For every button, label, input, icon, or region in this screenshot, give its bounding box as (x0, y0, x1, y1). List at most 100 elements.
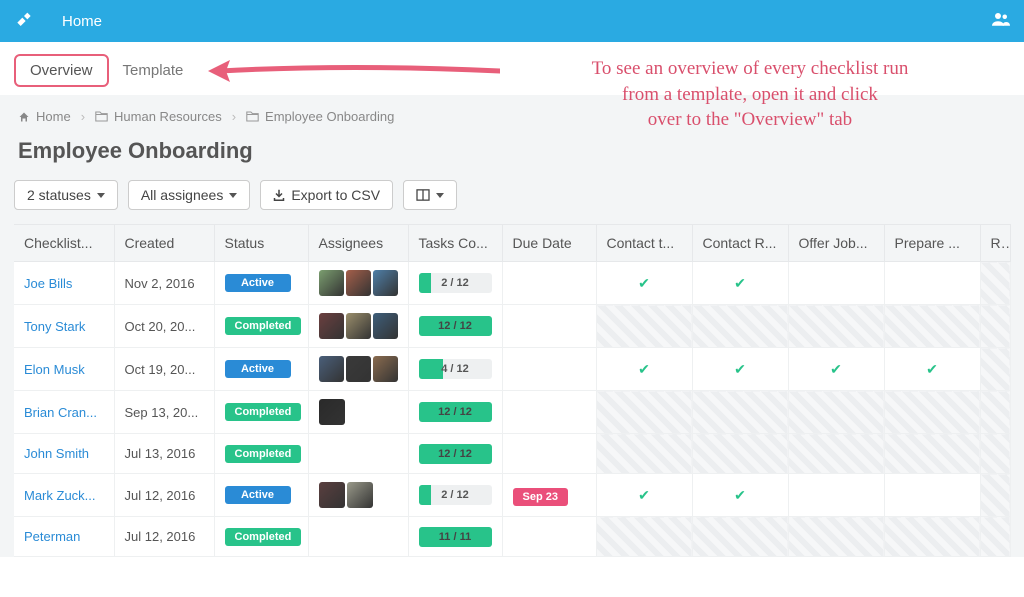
task-check-cell[interactable] (596, 305, 692, 348)
table-row: Brian Cran...Sep 13, 20...Completed12 / … (14, 391, 1010, 434)
task-check-cell[interactable] (692, 391, 788, 434)
task-check-cell[interactable] (884, 434, 980, 474)
assignee-filter-dropdown[interactable]: All assignees (128, 180, 251, 210)
task-check-cell[interactable] (884, 391, 980, 434)
progress-bar: 2 / 12 (419, 273, 492, 293)
status-cell: Completed (214, 517, 308, 557)
col-contact-t[interactable]: Contact t... (596, 225, 692, 262)
tab-overview[interactable]: Overview (14, 54, 109, 87)
checklist-table: Checklist... Created Status Assignees Ta… (14, 224, 1011, 557)
export-csv-button[interactable]: Export to CSV (260, 180, 393, 210)
avatar[interactable] (373, 356, 398, 382)
task-check-cell[interactable]: ✔ (884, 348, 980, 391)
avatar[interactable] (319, 356, 344, 382)
avatar[interactable] (347, 482, 373, 508)
avatar[interactable] (319, 313, 344, 339)
task-check-cell[interactable] (788, 474, 884, 517)
breadcrumb-home[interactable]: Home (18, 109, 71, 124)
avatar[interactable] (346, 356, 371, 382)
col-due[interactable]: Due Date (502, 225, 596, 262)
col-offer[interactable]: Offer Job... (788, 225, 884, 262)
page-title: Employee Onboarding (14, 134, 1010, 180)
status-cell: Active (214, 348, 308, 391)
due-cell (502, 348, 596, 391)
table-row: Elon MuskOct 19, 20...Active4 / 12✔✔✔✔ (14, 348, 1010, 391)
due-badge: Sep 23 (513, 488, 568, 506)
check-icon: ✔ (703, 487, 778, 504)
checklist-name-link[interactable]: Elon Musk (24, 362, 85, 377)
task-check-cell[interactable] (788, 262, 884, 305)
tasks-cell: 11 / 11 (408, 517, 502, 557)
task-check-cell[interactable] (980, 434, 1010, 474)
task-check-cell[interactable] (596, 434, 692, 474)
avatar[interactable] (319, 399, 345, 425)
checklist-name-link[interactable]: Peterman (24, 529, 80, 544)
check-icon: ✔ (799, 361, 874, 378)
checklist-name-link[interactable]: Tony Stark (24, 319, 85, 334)
avatar[interactable] (373, 313, 398, 339)
task-check-cell[interactable] (980, 517, 1010, 557)
avatar[interactable] (346, 313, 371, 339)
task-check-cell[interactable] (980, 262, 1010, 305)
nav-home-link[interactable]: Home (62, 13, 102, 30)
task-check-cell[interactable] (884, 517, 980, 557)
checklist-name-link[interactable]: Mark Zuck... (24, 488, 96, 503)
task-check-cell[interactable] (884, 474, 980, 517)
status-cell: Active (214, 474, 308, 517)
task-check-cell[interactable] (884, 305, 980, 348)
col-r[interactable]: R (980, 225, 1010, 262)
task-check-cell[interactable] (980, 474, 1010, 517)
avatar[interactable] (346, 270, 371, 296)
status-badge: Completed (225, 403, 302, 421)
col-tasks[interactable]: Tasks Co... (408, 225, 502, 262)
task-check-cell[interactable]: ✔ (692, 474, 788, 517)
col-assignees[interactable]: Assignees (308, 225, 408, 262)
avatar[interactable] (373, 270, 398, 296)
table-row: Joe BillsNov 2, 2016Active2 / 12✔✔ (14, 262, 1010, 305)
tab-template[interactable]: Template (109, 56, 198, 85)
task-check-cell[interactable] (692, 434, 788, 474)
task-check-cell[interactable] (788, 391, 884, 434)
progress-bar: 12 / 12 (419, 402, 492, 422)
users-icon[interactable] (992, 12, 1010, 31)
due-cell (502, 262, 596, 305)
column-settings-button[interactable] (403, 180, 457, 210)
task-check-cell[interactable]: ✔ (596, 474, 692, 517)
created-cell: Oct 20, 20... (114, 305, 214, 348)
avatar[interactable] (319, 482, 345, 508)
task-check-cell[interactable] (596, 517, 692, 557)
col-created[interactable]: Created (114, 225, 214, 262)
checklist-name-link[interactable]: Brian Cran... (24, 405, 97, 420)
task-check-cell[interactable] (884, 262, 980, 305)
task-check-cell[interactable] (980, 305, 1010, 348)
checklist-name-link[interactable]: Joe Bills (24, 276, 72, 291)
task-check-cell[interactable] (980, 348, 1010, 391)
chevron-right-icon: › (232, 109, 236, 124)
created-cell: Jul 12, 2016 (114, 474, 214, 517)
task-check-cell[interactable] (788, 517, 884, 557)
avatar[interactable] (319, 270, 344, 296)
col-prepare[interactable]: Prepare ... (884, 225, 980, 262)
col-contact-r[interactable]: Contact R... (692, 225, 788, 262)
task-check-cell[interactable]: ✔ (788, 348, 884, 391)
task-check-cell[interactable]: ✔ (596, 348, 692, 391)
checklist-name-link[interactable]: John Smith (24, 446, 89, 461)
task-check-cell[interactable] (788, 434, 884, 474)
task-check-cell[interactable] (596, 391, 692, 434)
topbar: Home (0, 0, 1024, 42)
task-check-cell[interactable]: ✔ (692, 348, 788, 391)
breadcrumb-hr[interactable]: Human Resources (95, 109, 222, 124)
col-checklist[interactable]: Checklist... (14, 225, 114, 262)
task-check-cell[interactable] (788, 305, 884, 348)
tasks-cell: 2 / 12 (408, 474, 502, 517)
breadcrumb-emp[interactable]: Employee Onboarding (246, 109, 394, 124)
col-status[interactable]: Status (214, 225, 308, 262)
task-check-cell[interactable] (692, 305, 788, 348)
task-check-cell[interactable]: ✔ (692, 262, 788, 305)
task-check-cell[interactable] (692, 517, 788, 557)
columns-icon (416, 189, 430, 201)
progress-bar: 12 / 12 (419, 444, 492, 464)
task-check-cell[interactable]: ✔ (596, 262, 692, 305)
status-filter-dropdown[interactable]: 2 statuses (14, 180, 118, 210)
task-check-cell[interactable] (980, 391, 1010, 434)
